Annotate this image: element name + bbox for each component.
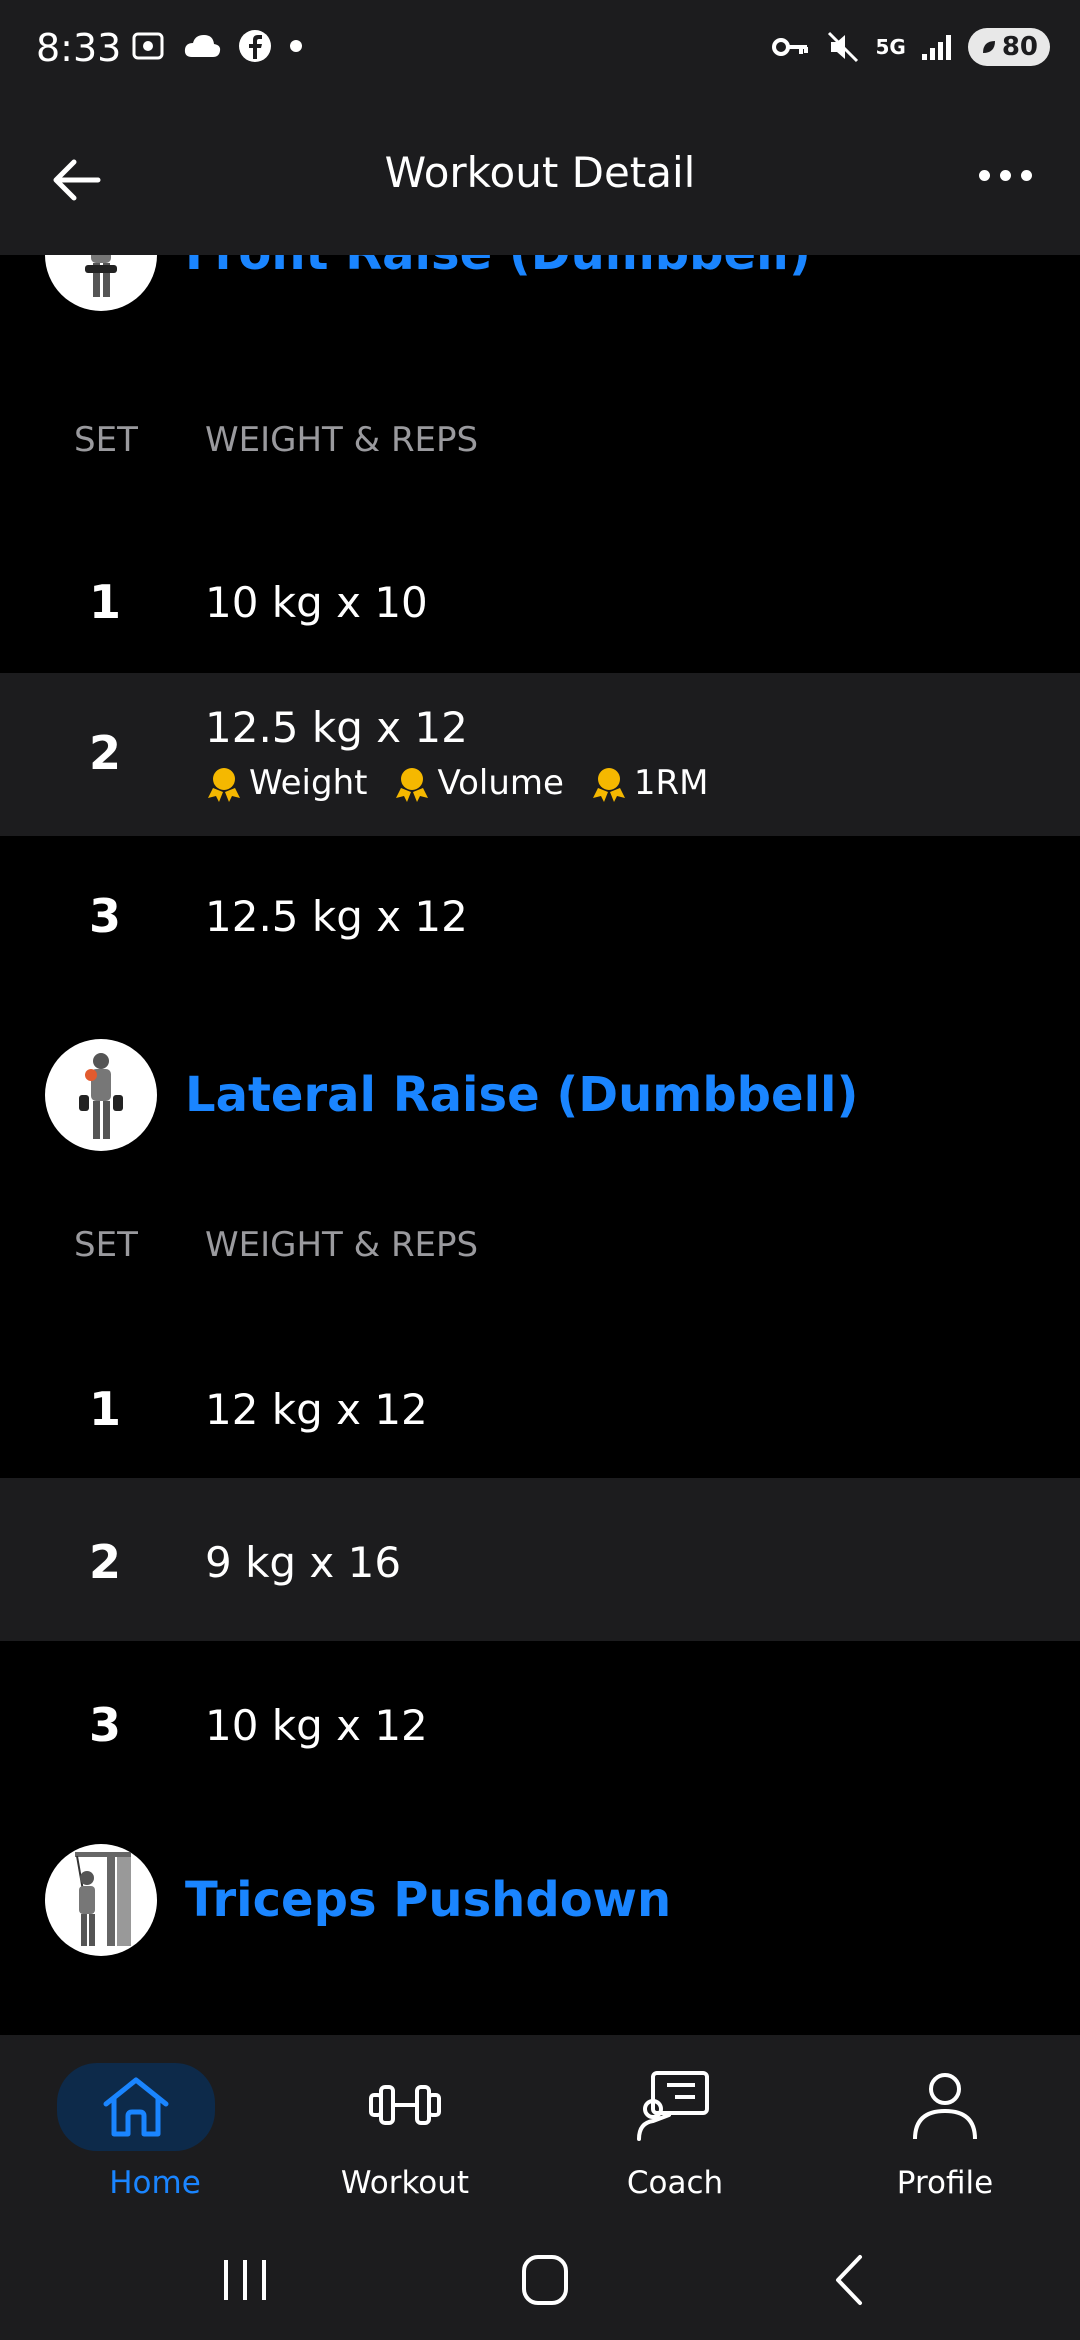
set-number: 1 <box>88 575 121 629</box>
bottom-navigation: Home Workout Coach Profile <box>0 2035 1080 2215</box>
signal-icon <box>921 35 951 60</box>
nav-profile[interactable]: Profile <box>845 2055 1045 2201</box>
sets-column-header: SET WEIGHT & REPS <box>0 1225 1080 1285</box>
status-bar: 8:33 5G 80 <box>0 0 1080 100</box>
nav-label: Workout <box>340 2165 470 2201</box>
set-number: 1 <box>88 1382 121 1436</box>
battery-level: 80 <box>1001 32 1038 62</box>
status-system-icons: 5G 80 <box>771 28 1050 66</box>
set-row: 1 12 kg x 12 <box>0 1325 1080 1488</box>
set-number: 3 <box>88 1698 121 1752</box>
personal-records: Weight Volume 1RM <box>205 763 709 803</box>
medal-icon <box>208 768 240 802</box>
pr-label: Weight <box>249 763 368 803</box>
exercise-thumbnail <box>45 1039 157 1151</box>
pr-label: Volume <box>437 763 564 803</box>
exercise-name[interactable]: Front Raise (Dumbbell) <box>185 255 811 281</box>
network-5g-label: 5G <box>875 35 906 59</box>
set-weight-reps: 12 kg x 12 <box>205 1385 428 1434</box>
mute-icon <box>828 31 859 63</box>
nav-label: Profile <box>896 2165 994 2201</box>
facebook-icon <box>239 30 271 62</box>
medal-icon <box>592 768 625 802</box>
set-row: 3 12.5 kg x 12 <box>0 836 1080 999</box>
nav-label: Coach <box>626 2165 724 2201</box>
home-system-icon[interactable] <box>520 2253 570 2307</box>
battery-leaf-icon <box>982 41 995 53</box>
workout-detail-list[interactable]: Front Raise (Dumbbell) SET WEIGHT & REPS… <box>0 255 1080 2035</box>
battery-indicator: 80 <box>967 28 1050 66</box>
medal-icon <box>396 768 429 802</box>
exercise-header[interactable]: Triceps Pushdown <box>0 1844 1080 1964</box>
page-title: Workout Detail <box>384 148 696 197</box>
set-weight-reps: 9 kg x 16 <box>205 1538 402 1587</box>
status-notification-icons <box>130 28 304 64</box>
set-number: 3 <box>88 889 121 943</box>
pr-label: 1RM <box>633 763 709 803</box>
coach-icon <box>625 2067 725 2142</box>
weight-reps-column-label: WEIGHT & REPS <box>205 420 479 460</box>
recent-apps-icon[interactable] <box>220 2255 270 2305</box>
nav-label: Home <box>109 2165 201 2201</box>
exercise-header[interactable]: Front Raise (Dumbbell) <box>0 255 1080 315</box>
exercise-thumbnail <box>45 255 157 311</box>
app-bar: Workout Detail <box>0 100 1080 255</box>
nav-coach[interactable]: Coach <box>575 2055 775 2201</box>
set-weight-reps: 10 kg x 10 <box>205 578 428 627</box>
triceps-pushdown-figure-icon <box>75 1852 131 1946</box>
sets-column-header: SET WEIGHT & REPS <box>0 420 1080 480</box>
nav-workout[interactable]: Workout <box>305 2055 505 2201</box>
dumbbell-icon <box>355 2067 455 2142</box>
set-weight-reps: 10 kg x 12 <box>205 1701 428 1750</box>
nav-home[interactable]: Home <box>55 2055 255 2201</box>
cloud-icon <box>184 35 221 57</box>
set-row: 1 10 kg x 10 <box>0 520 1080 683</box>
exercise-thumbnail <box>45 1844 157 1956</box>
pr-badge: 1RM <box>590 763 709 803</box>
exercise-header[interactable]: Lateral Raise (Dumbbell) <box>0 1039 1080 1159</box>
status-time: 8:33 <box>36 26 122 70</box>
pr-badge: Volume <box>393 763 564 803</box>
system-navigation-bar <box>0 2215 1080 2340</box>
front-raise-figure-icon <box>85 255 117 297</box>
profile-icon <box>895 2067 995 2142</box>
exercise-name[interactable]: Lateral Raise (Dumbbell) <box>185 1067 858 1123</box>
home-icon <box>57 2063 215 2151</box>
set-row: 2 9 kg x 16 <box>0 1478 1080 1641</box>
set-weight-reps: 12.5 kg x 12 <box>205 703 468 752</box>
set-column-label: SET <box>74 420 138 460</box>
back-system-icon[interactable] <box>830 2253 870 2307</box>
weight-reps-column-label: WEIGHT & REPS <box>205 1225 479 1265</box>
exercise-name[interactable]: Triceps Pushdown <box>185 1872 671 1928</box>
set-row: 2 12.5 kg x 12 Weight Volume 1RM <box>0 673 1080 836</box>
pr-badge: Weight <box>205 763 367 803</box>
lateral-raise-figure-icon <box>79 1053 123 1139</box>
screenshot-icon <box>132 32 164 60</box>
set-weight-reps: 12.5 kg x 12 <box>205 892 468 941</box>
set-number: 2 <box>88 1535 121 1589</box>
set-number: 2 <box>88 726 121 780</box>
set-row: 3 10 kg x 12 <box>0 1641 1080 1804</box>
key-icon <box>772 38 809 56</box>
set-column-label: SET <box>74 1225 138 1265</box>
dot-icon <box>290 40 302 52</box>
more-horizontal-icon[interactable] <box>979 170 1032 181</box>
